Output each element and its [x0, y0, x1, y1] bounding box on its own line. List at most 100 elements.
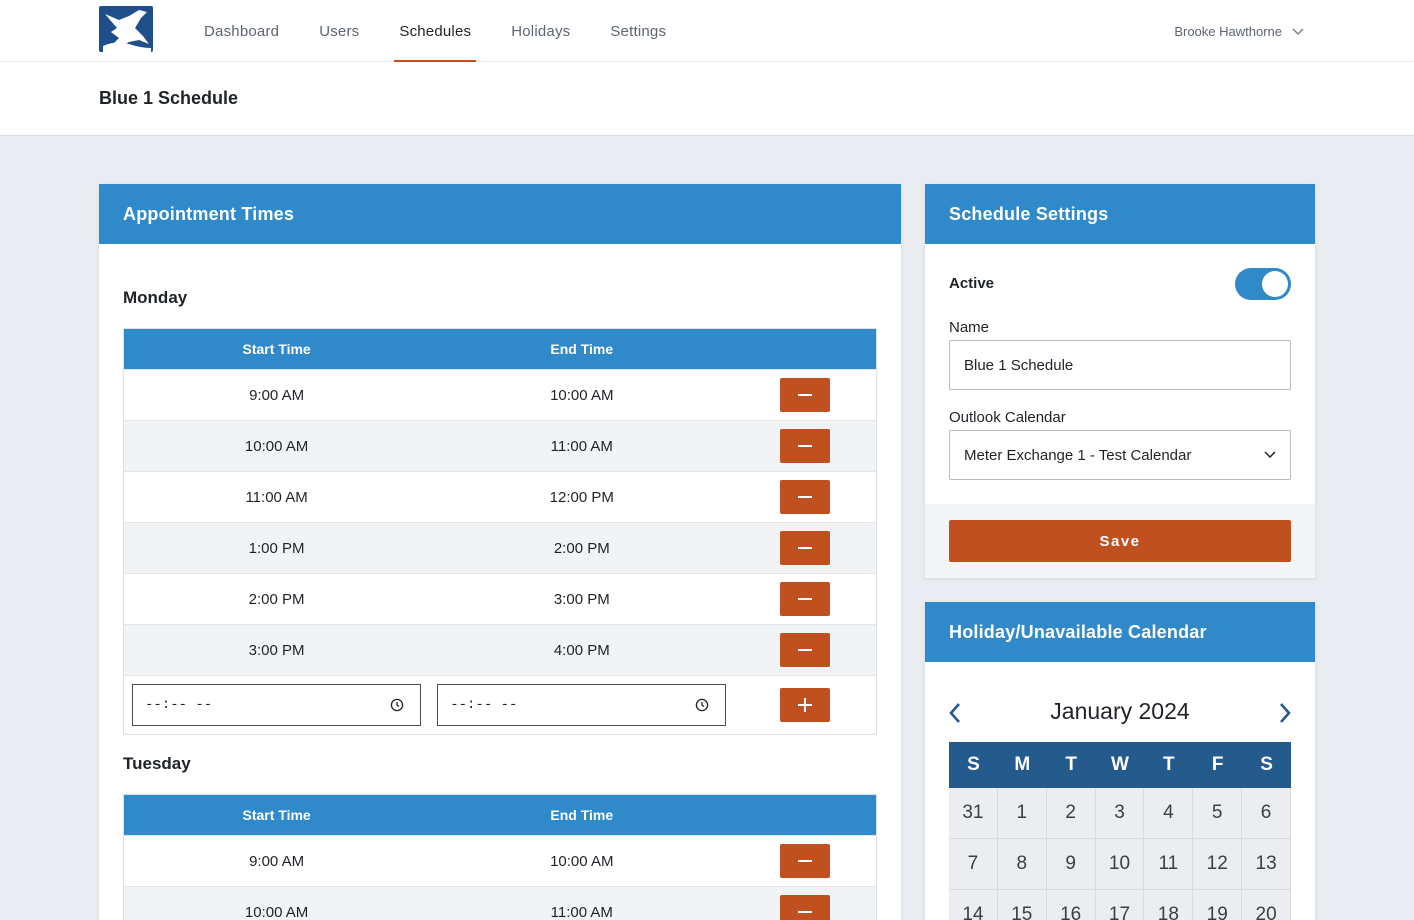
- minus-icon: [798, 598, 813, 600]
- holiday-calendar-card: Holiday/Unavailable Calendar January 202…: [925, 602, 1315, 920]
- weekday-header: W: [1095, 742, 1145, 788]
- outlook-calendar-label: Outlook Calendar: [949, 409, 1066, 426]
- previous-month-button[interactable]: [943, 698, 967, 728]
- calendar-day[interactable]: 1: [997, 788, 1047, 839]
- plus-icon: [798, 698, 813, 712]
- calendar-day[interactable]: 14: [949, 890, 998, 920]
- calendar-day[interactable]: 8: [997, 839, 1047, 890]
- active-label: Active: [949, 275, 995, 292]
- clock-icon: [696, 698, 709, 712]
- remove-slot-button[interactable]: [780, 582, 831, 616]
- table-row: 11:00 AM 12:00 PM: [124, 471, 876, 522]
- nav-schedules[interactable]: Schedules: [379, 0, 491, 62]
- end-time-header: End Time: [550, 341, 614, 357]
- next-month-button[interactable]: [1273, 698, 1297, 728]
- calendar-day[interactable]: 18: [1144, 890, 1194, 920]
- weekday-header: S: [1242, 742, 1291, 788]
- weekday-header: F: [1193, 742, 1243, 788]
- day-title-tuesday: Tuesday: [123, 754, 191, 773]
- calendar-day[interactable]: 4: [1144, 788, 1194, 839]
- calendar-day[interactable]: 31: [949, 788, 998, 839]
- calendar-day[interactable]: 20: [1242, 890, 1291, 920]
- nav-settings[interactable]: Settings: [590, 0, 686, 62]
- company-logo[interactable]: [99, 6, 153, 52]
- calendar-day[interactable]: 7: [949, 839, 998, 890]
- holiday-calendar-header: Holiday/Unavailable Calendar: [925, 602, 1315, 662]
- weekday-header: T: [1144, 742, 1194, 788]
- page-header: Blue 1 Schedule: [0, 62, 1414, 136]
- weekday-header: T: [1046, 742, 1096, 788]
- calendar-day[interactable]: 6: [1242, 788, 1291, 839]
- minus-icon: [798, 911, 813, 913]
- name-label: Name: [949, 319, 990, 336]
- chevron-right-icon: [1280, 703, 1291, 723]
- end-time-header: End Time: [550, 807, 614, 823]
- table-header: Start Time End Time: [124, 795, 876, 835]
- day-title-monday: Monday: [123, 288, 188, 307]
- remove-slot-button[interactable]: [780, 895, 831, 920]
- outlook-calendar-value: Meter Exchange 1 - Test Calendar: [964, 446, 1192, 464]
- remove-slot-button[interactable]: [780, 633, 831, 667]
- chevron-down-icon: [1264, 451, 1276, 459]
- minus-icon: [798, 496, 813, 498]
- calendar-day[interactable]: 19: [1193, 890, 1243, 920]
- minus-icon: [798, 547, 813, 549]
- appointment-times-header: Appointment Times: [99, 184, 901, 244]
- user-name: Brooke Hawthorne: [1174, 23, 1282, 39]
- remove-slot-button[interactable]: [780, 429, 831, 463]
- table-row: 9:00 AM 10:00 AM: [124, 369, 876, 420]
- calendar-day[interactable]: 9: [1046, 839, 1096, 890]
- calendar-day[interactable]: 16: [1046, 890, 1096, 920]
- table-row: 1:00 PM 2:00 PM: [124, 522, 876, 573]
- nav-users[interactable]: Users: [299, 0, 379, 62]
- minus-icon: [798, 394, 813, 396]
- page-title: Blue 1 Schedule: [99, 88, 239, 108]
- minus-icon: [798, 860, 813, 862]
- save-button[interactable]: Save: [949, 520, 1291, 562]
- appointment-times-card: Appointment Times Monday Start Time End …: [99, 184, 901, 920]
- calendar-day[interactable]: 17: [1095, 890, 1145, 920]
- toggle-knob: [1262, 271, 1288, 297]
- calendar-day[interactable]: 11: [1144, 839, 1194, 890]
- minus-icon: [798, 649, 813, 651]
- user-menu[interactable]: Brooke Hawthorne: [1174, 0, 1304, 62]
- minus-icon: [798, 445, 813, 447]
- calendar-day[interactable]: 15: [997, 890, 1047, 920]
- table-row: 2:00 PM 3:00 PM: [124, 573, 876, 624]
- top-navbar: Dashboard Users Schedules Holidays Setti…: [0, 0, 1414, 62]
- tuesday-table: Start Time End Time 9:00 AM 10:00 AM 10:…: [123, 794, 877, 920]
- calendar-day[interactable]: 10: [1095, 839, 1145, 890]
- calendar-day[interactable]: 5: [1193, 788, 1243, 839]
- remove-slot-button[interactable]: [780, 378, 831, 412]
- new-end-time-input[interactable]: --:-- --: [437, 684, 727, 726]
- new-slot-row: --:-- -- --:-- --: [124, 675, 876, 734]
- name-field-wrapper: [949, 340, 1291, 390]
- monday-table: Start Time End Time 9:00 AM 10:00 AM 10:…: [123, 328, 877, 735]
- table-header: Start Time End Time: [124, 329, 876, 369]
- active-toggle[interactable]: [1235, 268, 1291, 300]
- calendar-day[interactable]: 13: [1242, 839, 1291, 890]
- nav-dashboard[interactable]: Dashboard: [184, 0, 299, 62]
- remove-slot-button[interactable]: [780, 531, 831, 565]
- table-row: 9:00 AM 10:00 AM: [124, 835, 876, 886]
- calendar-grid: S M T W T F S 31 1 2 3 4 5 6 7 8 9 10 11…: [949, 742, 1291, 920]
- start-time-header: Start Time: [242, 341, 311, 357]
- calendar-day[interactable]: 2: [1046, 788, 1096, 839]
- name-input[interactable]: [964, 356, 1276, 374]
- nav-holidays[interactable]: Holidays: [491, 0, 590, 62]
- add-slot-button[interactable]: [780, 688, 831, 722]
- table-row: 3:00 PM 4:00 PM: [124, 624, 876, 675]
- outlook-calendar-select[interactable]: Meter Exchange 1 - Test Calendar: [949, 430, 1291, 480]
- calendar-day[interactable]: 12: [1193, 839, 1243, 890]
- main-nav: Dashboard Users Schedules Holidays Setti…: [184, 0, 686, 62]
- remove-slot-button[interactable]: [780, 480, 831, 514]
- new-start-time-input[interactable]: --:-- --: [132, 684, 422, 726]
- calendar-day[interactable]: 3: [1095, 788, 1145, 839]
- remove-slot-button[interactable]: [780, 844, 831, 878]
- chevron-down-icon: [1292, 24, 1304, 39]
- start-time-header: Start Time: [242, 807, 311, 823]
- table-row: 10:00 AM 11:00 AM: [124, 886, 876, 920]
- weekday-header: S: [949, 742, 998, 788]
- clock-icon: [390, 698, 404, 712]
- weekday-header: M: [997, 742, 1047, 788]
